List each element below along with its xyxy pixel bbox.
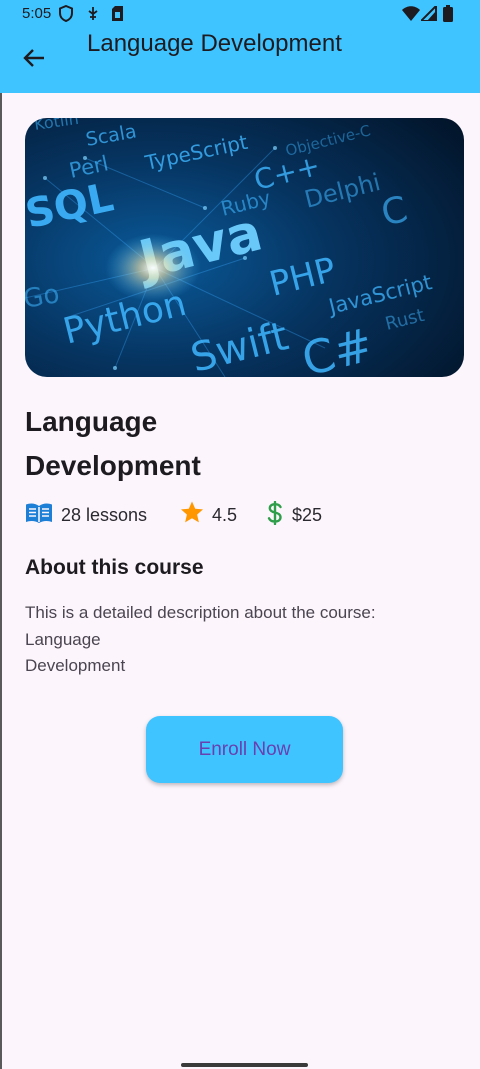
lessons-meta: 28 lessons [25,502,147,528]
lessons-count: 28 lessons [61,504,148,525]
enroll-button[interactable]: Enroll Now [146,716,343,783]
status-bar: 5:05 [0,0,480,28]
page-title: Language Development [87,30,342,57]
status-time: 5:05 [22,5,52,22]
arrow-back-icon [23,48,45,73]
rating-meta: 4.5 [180,501,238,529]
rating-value: 4.5 [212,504,238,525]
signal-icon [418,3,437,26]
price-meta: $25 [266,500,323,530]
home-indicator[interactable] [181,1063,308,1067]
course-title: Language Development [25,406,201,481]
price-value: $25 [292,504,323,525]
usb-debug-icon [86,5,100,27]
course-hero-image: Kotlin Scala Perl TypeScript Objective-C… [25,118,464,377]
book-icon [25,502,61,529]
battery-icon [443,5,453,27]
dollar-icon [266,500,292,530]
star-icon [180,501,212,529]
screen-edge [0,0,2,1069]
hero-keyword-13: Go [25,279,62,315]
sim-card-icon [111,5,124,27]
course-description: This is a detailed description about the… [25,603,376,675]
vpn-shield-icon [58,4,74,27]
back-button[interactable] [14,40,54,80]
wifi-icon [402,6,420,26]
about-heading: About this course [25,556,204,579]
app-bar: 5:05 Language Development [0,0,480,93]
